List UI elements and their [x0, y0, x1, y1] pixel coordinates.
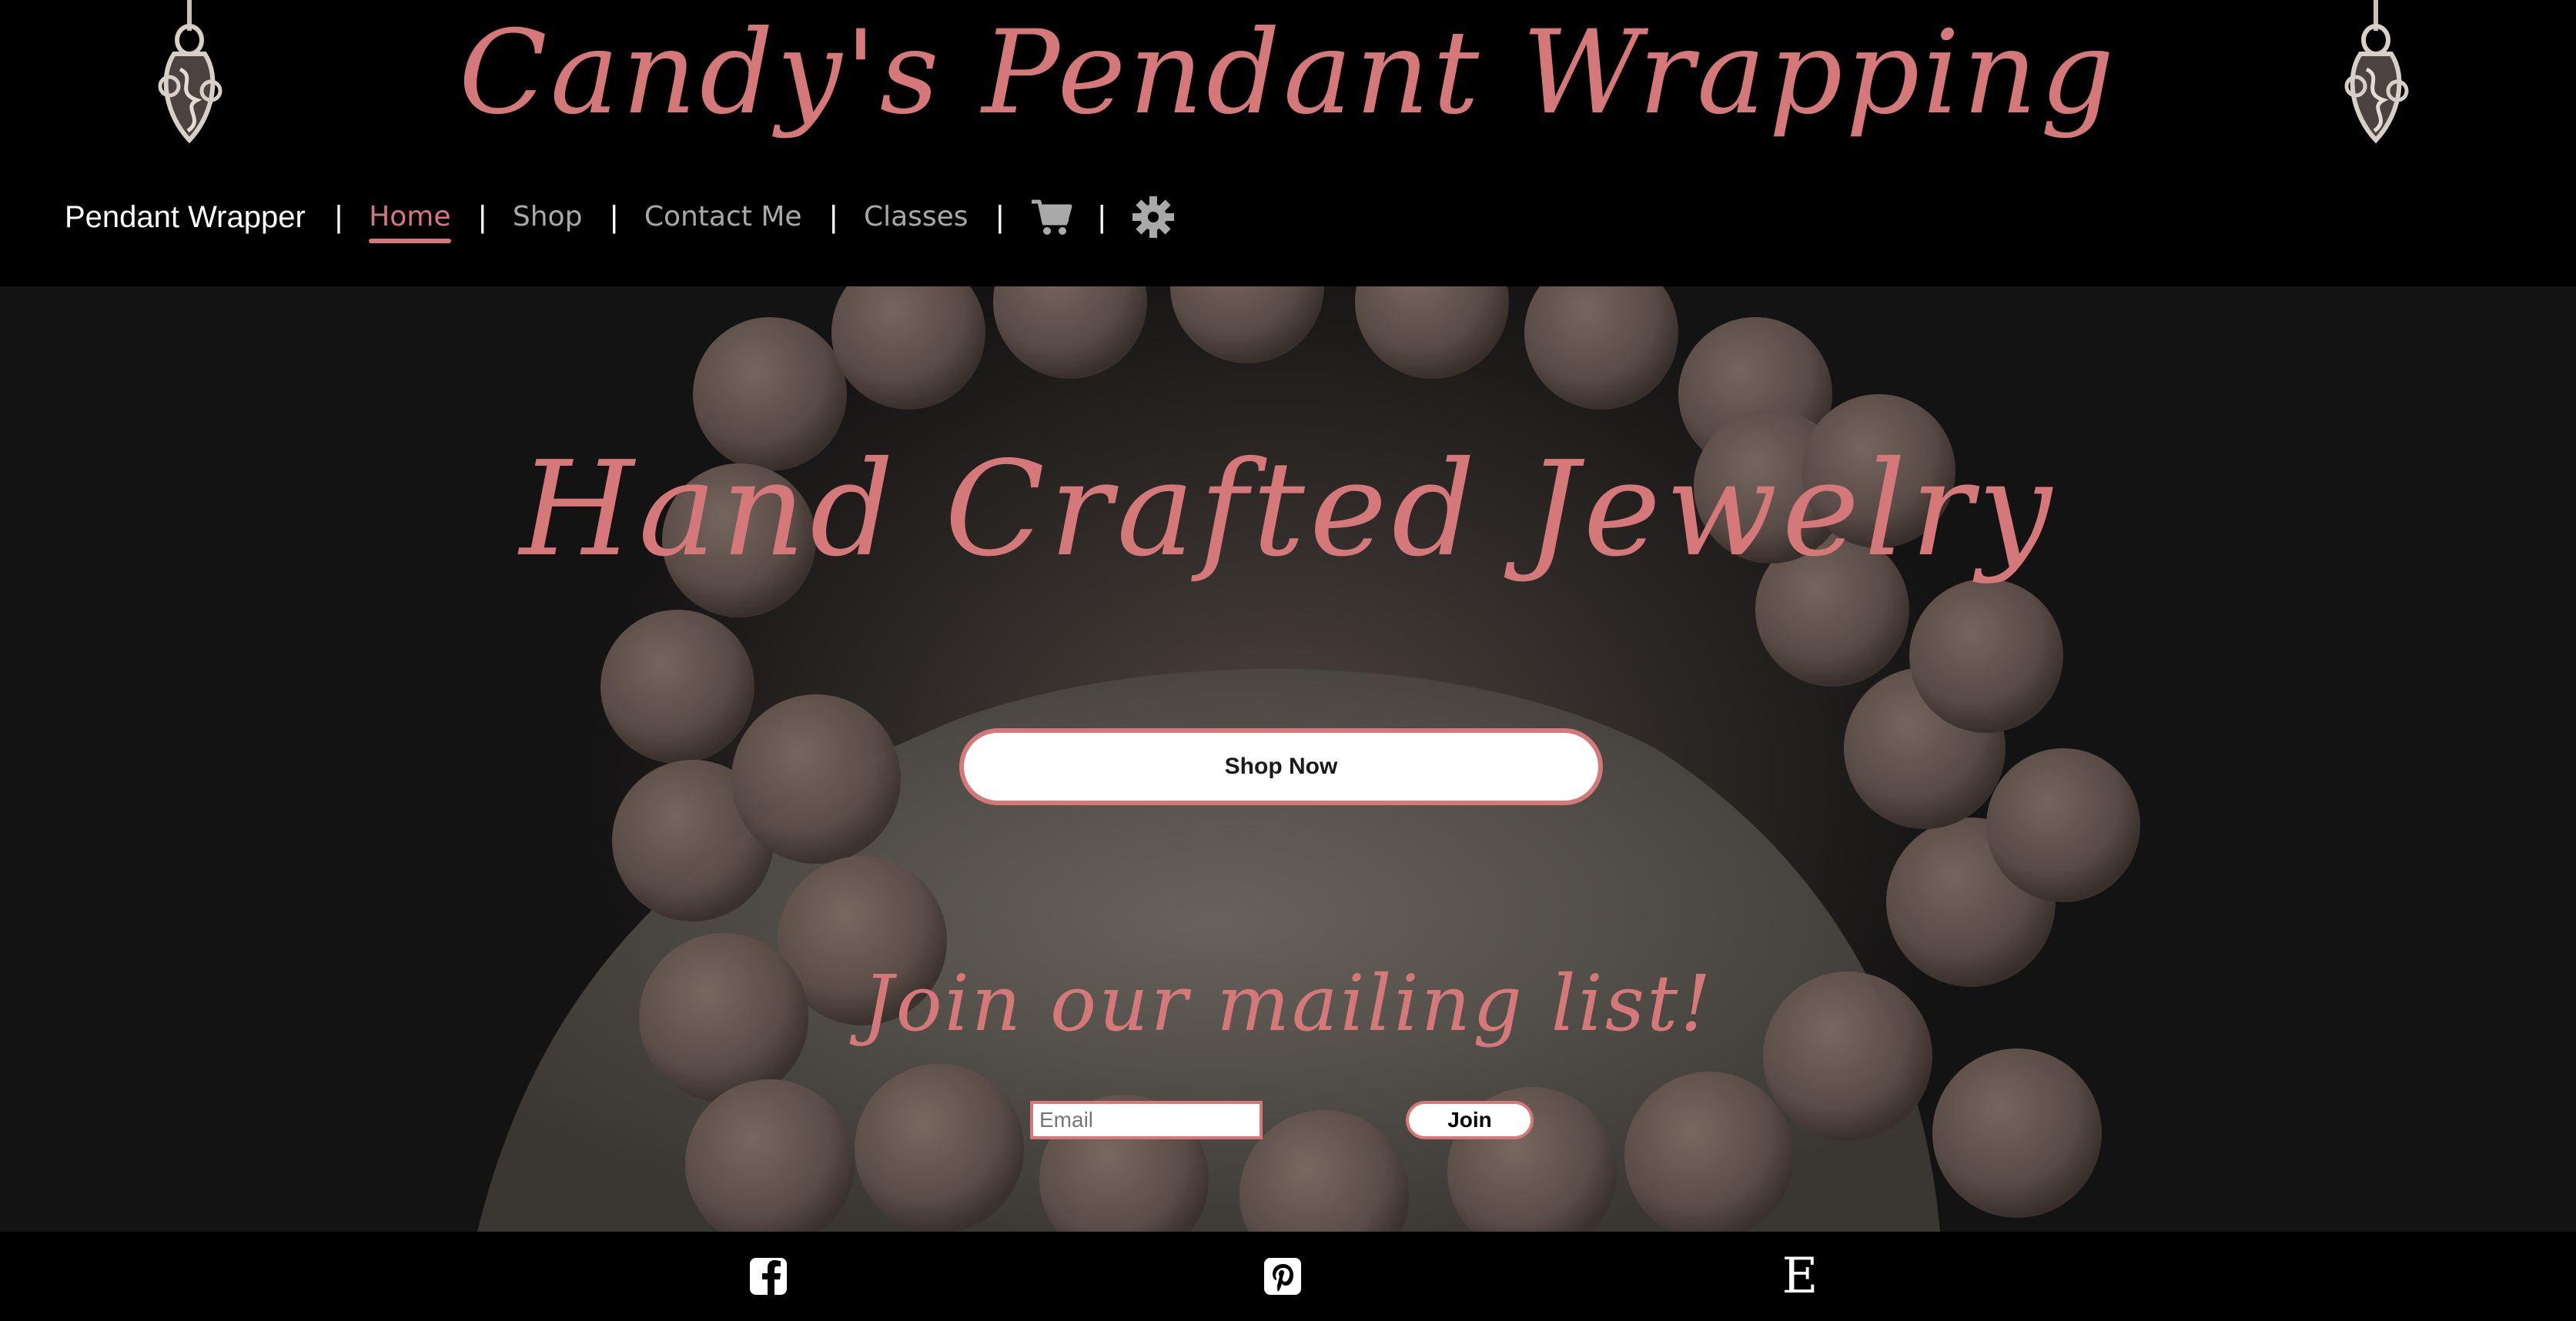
- facebook-icon[interactable]: [747, 1255, 790, 1298]
- hero-title: Hand Crafted Jewelry: [520, 433, 2056, 586]
- nav-separator: |: [334, 199, 343, 234]
- brand-link[interactable]: Pendant Wrapper: [65, 200, 306, 235]
- email-field[interactable]: [1030, 1101, 1263, 1139]
- mailing-list-title: Join our mailing list!: [862, 958, 1714, 1048]
- etsy-icon[interactable]: E: [1778, 1252, 1822, 1301]
- site-title: Candy's Pendant Wrapping: [458, 6, 2118, 140]
- nav-separator: |: [610, 199, 618, 234]
- nav-separator: |: [995, 199, 1004, 234]
- nav-separator: |: [478, 199, 487, 234]
- nav-item-home[interactable]: Home: [369, 179, 451, 256]
- site-footer: E: [0, 1232, 2576, 1321]
- gear-icon[interactable]: [1132, 196, 1175, 239]
- main-nav: Pendant Wrapper | Home | Shop | Contact …: [65, 179, 1199, 256]
- nav-item-classes[interactable]: Classes: [864, 179, 969, 256]
- join-button[interactable]: Join: [1406, 1101, 1534, 1139]
- shop-now-button[interactable]: Shop Now: [959, 728, 1603, 805]
- cart-icon[interactable]: [1030, 196, 1073, 239]
- site-header: Candy's Pendant Wrapping Pendant Wrapper…: [0, 0, 2576, 286]
- hero-section: Hand Crafted Jewelry Shop Now Join our m…: [0, 286, 2576, 1232]
- nav-separator: |: [1097, 199, 1106, 234]
- pinterest-icon[interactable]: [1261, 1255, 1304, 1298]
- nav-separator: |: [829, 199, 838, 234]
- nav-item-shop[interactable]: Shop: [513, 179, 583, 256]
- nav-item-contact[interactable]: Contact Me: [644, 179, 802, 256]
